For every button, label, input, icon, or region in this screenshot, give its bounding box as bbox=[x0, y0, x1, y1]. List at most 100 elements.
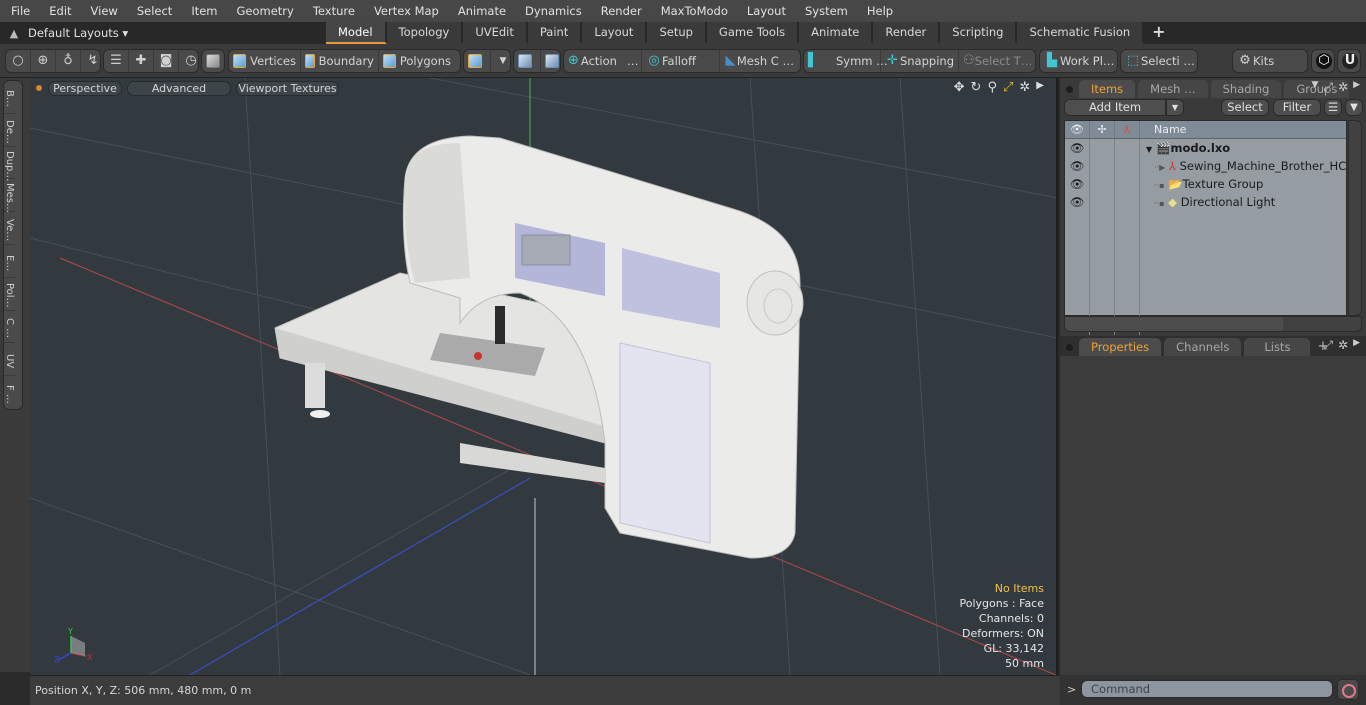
tree-horizontal-scrollbar[interactable] bbox=[1064, 316, 1362, 332]
collapse-arrow-icon[interactable]: ▲ bbox=[0, 27, 28, 40]
tab-uvedit[interactable]: UVEdit bbox=[463, 22, 528, 44]
menu-maxtomodo[interactable]: MaxToModo bbox=[650, 0, 736, 22]
scrollbar-thumb[interactable] bbox=[1065, 317, 1283, 331]
menu-item[interactable]: Item bbox=[180, 0, 225, 22]
polygons-button[interactable]: Polygons bbox=[379, 50, 455, 72]
menu-texture[interactable]: Texture bbox=[302, 0, 363, 22]
perspective-dropdown[interactable]: Perspective bbox=[48, 80, 122, 96]
tree-row-light[interactable]: 👁 ··▪ ◆ Directional Light bbox=[1065, 193, 1346, 211]
vtab-vertex[interactable]: Ve… bbox=[4, 212, 15, 245]
add-item-dropdown[interactable]: ▼ bbox=[1166, 99, 1184, 116]
tab-shading[interactable]: Shading bbox=[1210, 80, 1282, 98]
vtab-fusion[interactable]: F … bbox=[4, 376, 15, 409]
chevron-down-icon[interactable]: ▼ bbox=[1311, 80, 1318, 95]
name-column-header[interactable]: Name bbox=[1140, 121, 1346, 138]
work-plane-button[interactable]: ▙ Work Pl… bbox=[1040, 50, 1118, 72]
lock-column-icon[interactable]: ✢ bbox=[1090, 121, 1115, 138]
pan-icon[interactable]: ✥ bbox=[954, 80, 965, 95]
filter-button[interactable]: Filter bbox=[1273, 99, 1321, 116]
tree-row-mesh[interactable]: 👁 ··▶ ⅄ Sewing_Machine_Brother_HC… bbox=[1065, 157, 1346, 175]
visibility-eye-icon[interactable]: 👁 bbox=[1065, 193, 1090, 211]
zoom-icon[interactable]: ⚲ bbox=[987, 80, 997, 95]
default-layouts-dropdown[interactable]: Default Layouts ▾ bbox=[28, 26, 326, 40]
falloff-button[interactable]: ◎ Falloff bbox=[642, 50, 720, 72]
path-tool-button[interactable]: ↯ bbox=[81, 50, 105, 72]
tree-row-scene[interactable]: 👁 ▼ 🎬modo.lxo bbox=[1065, 139, 1346, 157]
panel-gear-icon[interactable]: ✲ bbox=[1338, 338, 1348, 353]
vtab-curve[interactable]: C … bbox=[4, 311, 15, 344]
tab-setup[interactable]: Setup bbox=[647, 22, 707, 44]
maximize-panel-icon[interactable]: ⤢ bbox=[1323, 80, 1333, 95]
tab-scripting[interactable]: Scripting bbox=[940, 22, 1018, 44]
selection-sets-button[interactable]: ⬚ Selecti … bbox=[1121, 50, 1199, 72]
visibility-column-icon[interactable]: 👁 bbox=[1065, 121, 1090, 138]
vtab-duplicate[interactable]: Dup… bbox=[4, 147, 15, 181]
viewport-gear-icon[interactable]: ✲ bbox=[1019, 80, 1030, 95]
pen-tool-button[interactable]: ♁ bbox=[56, 50, 81, 72]
tab-render[interactable]: Render bbox=[873, 22, 941, 44]
tree-vertical-scrollbar[interactable] bbox=[1348, 120, 1362, 316]
tab-lists[interactable]: Lists bbox=[1244, 338, 1311, 356]
visibility-eye-icon[interactable]: 👁 bbox=[1065, 139, 1090, 157]
viewport-menu-dot[interactable] bbox=[36, 85, 42, 91]
panel-menu-dot[interactable] bbox=[1066, 344, 1073, 351]
menu-animate[interactable]: Animate bbox=[447, 0, 514, 22]
vtab-polygon[interactable]: Pol… bbox=[4, 278, 15, 311]
frame-button[interactable]: ◙ bbox=[154, 50, 179, 72]
panel-menu-dot[interactable] bbox=[1066, 86, 1073, 93]
tab-paint[interactable]: Paint bbox=[527, 22, 583, 44]
visibility-eye-icon[interactable]: 👁 bbox=[1065, 157, 1090, 175]
panel-gear-icon[interactable]: ✲ bbox=[1338, 80, 1348, 95]
mesh-constraint-button[interactable]: ◣ Mesh C … bbox=[720, 50, 798, 72]
maximize-icon[interactable]: ⤢ bbox=[1003, 80, 1013, 95]
tab-layout[interactable]: Layout bbox=[582, 22, 648, 44]
menu-geometry[interactable]: Geometry bbox=[226, 0, 302, 22]
menu-help[interactable]: Help bbox=[856, 0, 901, 22]
kits-button[interactable]: ⚙ Kits bbox=[1233, 50, 1278, 72]
add-tab-button[interactable]: + bbox=[1144, 22, 1173, 44]
tab-model[interactable]: Model bbox=[326, 22, 387, 44]
cross-button[interactable]: ✚ bbox=[129, 50, 154, 72]
menu-edit[interactable]: Edit bbox=[38, 0, 79, 22]
select-through-button[interactable]: ⚇ Select T… bbox=[959, 50, 1035, 72]
3d-viewport[interactable]: Y X Z Perspective Advanced Viewport Text… bbox=[30, 78, 1058, 675]
menu-select[interactable]: Select bbox=[126, 0, 180, 22]
menu-layout[interactable]: Layout bbox=[736, 0, 794, 22]
sewing-machine-model[interactable] bbox=[274, 135, 804, 559]
maximize-panel-icon[interactable]: ⤢ bbox=[1323, 338, 1333, 353]
panel-arrow-icon[interactable]: ▶ bbox=[1353, 80, 1360, 95]
unity-button[interactable]: ⬡ bbox=[1312, 50, 1336, 72]
menu-view[interactable]: View bbox=[80, 0, 126, 22]
panel-arrow-icon[interactable]: ▶ bbox=[1353, 338, 1360, 353]
tab-animate[interactable]: Animate bbox=[799, 22, 874, 44]
tab-properties[interactable]: Properties bbox=[1079, 338, 1162, 356]
boundary-button[interactable]: Boundary bbox=[301, 50, 379, 72]
viewport-textures-dropdown[interactable]: Viewport Textures bbox=[236, 80, 339, 96]
snapping-button[interactable]: ✛ Snapping bbox=[881, 50, 959, 72]
vtab-deform[interactable]: De… bbox=[4, 114, 15, 147]
action-center-button[interactable]: ⊕ Action… bbox=[564, 50, 642, 72]
vtab-basic[interactable]: B… bbox=[4, 81, 15, 114]
vertices-button[interactable]: Vertices bbox=[229, 50, 301, 72]
tab-channels[interactable]: Channels bbox=[1164, 338, 1242, 356]
material-mode-button[interactable] bbox=[464, 50, 491, 72]
menu-vertex-map[interactable]: Vertex Map bbox=[363, 0, 447, 22]
list-options-button[interactable]: ☰ bbox=[1324, 99, 1342, 116]
unreal-button[interactable]: U bbox=[1338, 50, 1362, 72]
command-input[interactable]: Command bbox=[1081, 680, 1333, 698]
filter-funnel-icon[interactable]: ▼ bbox=[1345, 99, 1363, 116]
globe-select-button[interactable]: ⊕ bbox=[31, 50, 56, 72]
circle-select-button[interactable]: ○ bbox=[6, 50, 31, 72]
vtab-mesh-edit[interactable]: Mes… bbox=[4, 179, 15, 213]
visibility-eye-icon[interactable]: 👁 bbox=[1065, 175, 1090, 193]
tab-topology[interactable]: Topology bbox=[386, 22, 464, 44]
pivot-button[interactable] bbox=[514, 50, 541, 72]
symmetry-button[interactable]: ▌ Symm … bbox=[804, 50, 888, 72]
menu-system[interactable]: System bbox=[794, 0, 856, 22]
tab-game-tools[interactable]: Game Tools bbox=[706, 22, 800, 44]
record-macro-button[interactable] bbox=[1337, 679, 1359, 700]
tree-row-texture-group[interactable]: 👁 ··▪ 📂Texture Group bbox=[1065, 175, 1346, 193]
menu-file[interactable]: File bbox=[0, 0, 38, 22]
tab-schematic-fusion[interactable]: Schematic Fusion bbox=[1017, 22, 1145, 44]
tab-mesh[interactable]: Mesh … bbox=[1138, 80, 1208, 98]
